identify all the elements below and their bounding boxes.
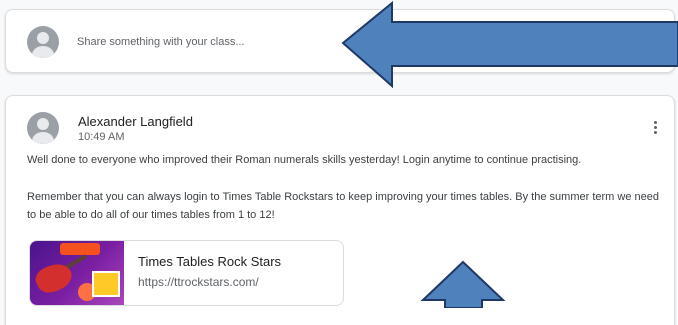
annotation-arrows bbox=[341, 0, 678, 308]
annotation-arrow-pointing-up bbox=[420, 260, 506, 308]
annotation-arrow-pointing-left bbox=[341, 0, 678, 89]
